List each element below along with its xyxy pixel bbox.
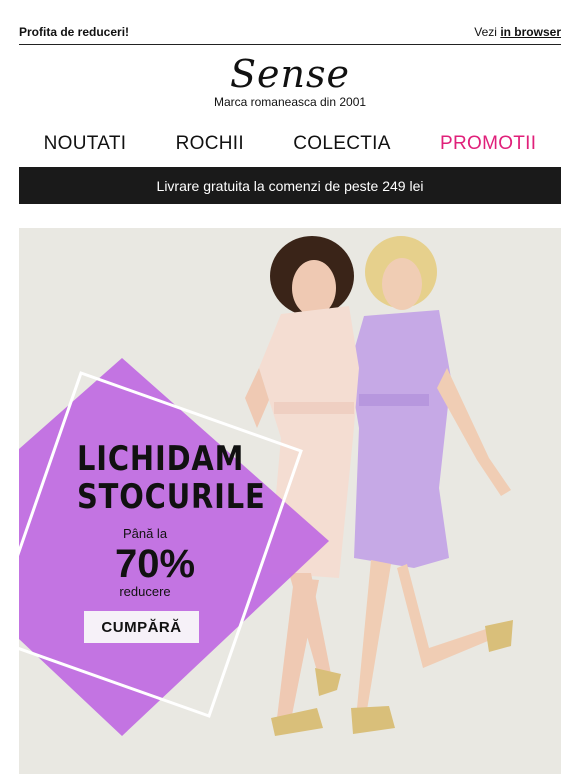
nav-item-noutati[interactable]: NOUTATI <box>44 133 127 155</box>
promo-percent: 70% <box>114 542 196 586</box>
model-right-dress <box>349 310 451 568</box>
brand-logo[interactable]: Sense <box>0 52 580 96</box>
promo-title-line1: LICHIDAM <box>77 439 245 479</box>
nav-item-colectia[interactable]: COLECTIA <box>293 133 390 155</box>
promo-subtitle: Până la <box>122 526 168 541</box>
view-prefix: Vezi <box>474 25 497 39</box>
nav-item-promotii[interactable]: PROMOTII <box>440 133 536 155</box>
brand-tagline: Marca romaneasca din 2001 <box>213 95 367 109</box>
buy-button[interactable]: CUMPĂRĂ <box>84 611 199 643</box>
preheader-bar: Profita de reduceri! Vezi in browser <box>19 22 561 45</box>
view-in-browser-link[interactable]: in browser <box>500 25 561 39</box>
model-right-face <box>382 258 422 310</box>
shipping-banner: Livrare gratuita la comenzi de peste 249… <box>19 167 561 204</box>
preheader-text: Profita de reduceri! <box>19 25 130 39</box>
promo-title: LICHIDAM STOCURILE <box>77 439 266 517</box>
promo-discount-label: reducere <box>119 584 171 599</box>
promo-title-line2: STOCURILE <box>77 477 266 517</box>
nav-item-rochii[interactable]: ROCHII <box>176 133 244 155</box>
model-right-belt <box>359 394 429 406</box>
model-left-belt <box>274 402 354 414</box>
main-nav: NOUTATI ROCHII COLECTIA PROMOTII <box>19 133 561 155</box>
view-in-browser: Vezi in browser <box>474 25 561 39</box>
hero-banner[interactable]: LICHIDAM STOCURILE Până la 70% reducere … <box>19 228 561 774</box>
model-left-face <box>292 260 336 316</box>
